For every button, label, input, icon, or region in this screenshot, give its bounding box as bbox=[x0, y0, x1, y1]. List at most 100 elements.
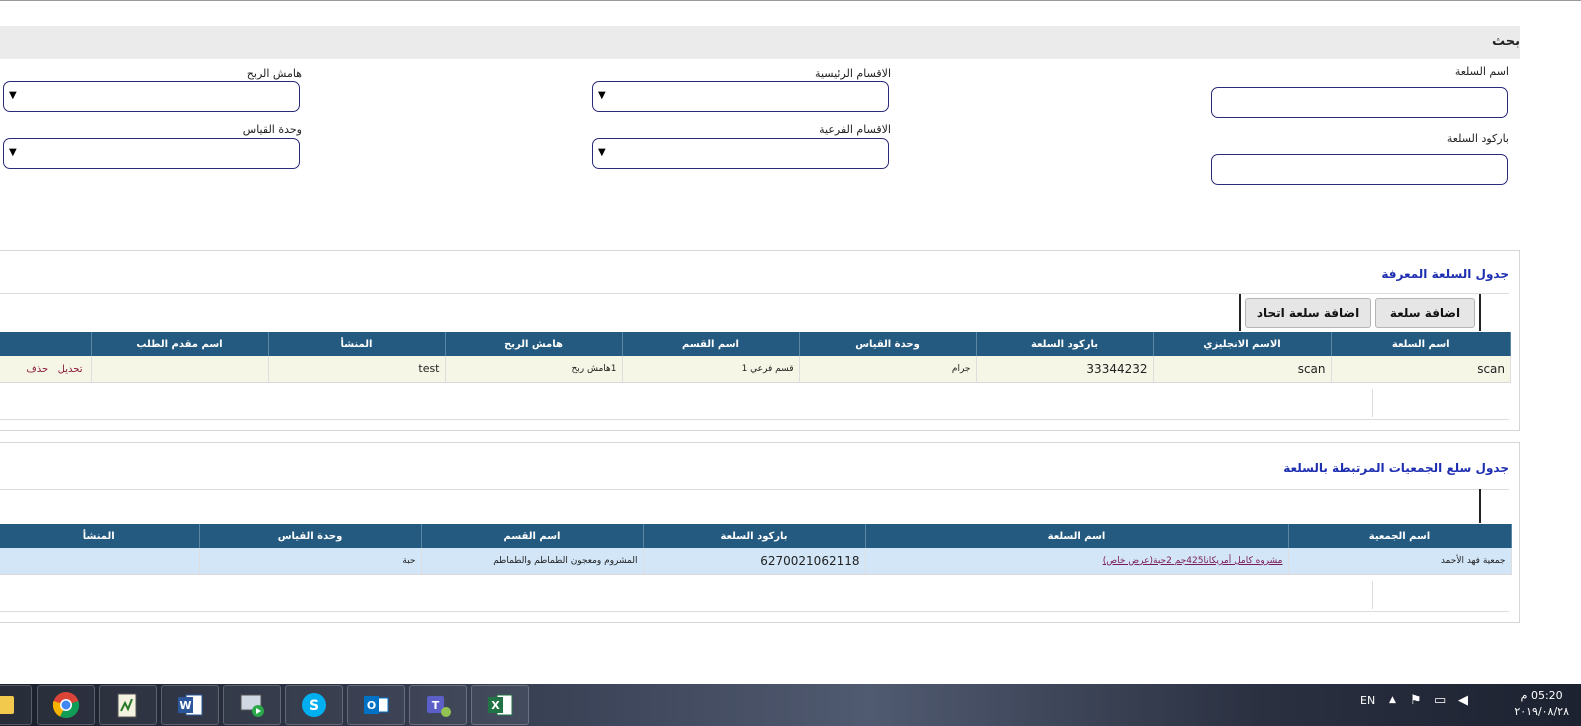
svg-text:W: W bbox=[179, 699, 191, 712]
item-name-link[interactable]: مشروه كامل أمريكانا425جم 2حبة(عرض خاص) bbox=[1103, 556, 1283, 566]
row-actions: تحديل حذف bbox=[0, 356, 92, 383]
item-name-input[interactable] bbox=[1211, 87, 1508, 118]
linked-items-title: جدول سلع الجمعيات المرتبطة بالسلعة bbox=[1283, 461, 1509, 475]
search-title: بحث bbox=[1491, 34, 1520, 49]
top-border bbox=[0, 0, 1581, 1]
page: بحث اسم السلعة باركود السلعة الاقسام الر… bbox=[0, 0, 1581, 726]
divider bbox=[0, 611, 1509, 612]
profit-margin-label: هامش الربح bbox=[246, 67, 302, 80]
item-barcode-input[interactable] bbox=[1211, 154, 1508, 185]
volume-icon[interactable]: ◀ bbox=[1458, 693, 1468, 708]
table-header: اسم مقدم الطلب المنشأ هامش الربح اسم الق… bbox=[0, 332, 1511, 356]
column-header-actions bbox=[0, 332, 92, 356]
dropdown-arrow-icon: ▼ bbox=[598, 147, 606, 158]
defined-items-table: اسم مقدم الطلب المنشأ هامش الربح اسم الق… bbox=[0, 332, 1511, 383]
sub-sections-select[interactable]: ▼ bbox=[592, 138, 889, 169]
add-item-button[interactable]: اضافة سلعة bbox=[1375, 298, 1475, 328]
svg-text:X: X bbox=[491, 699, 500, 712]
linked-items-panel: جدول سلع الجمعيات المرتبطة بالسلعة المنش… bbox=[0, 442, 1520, 623]
file-explorer-button[interactable] bbox=[0, 685, 32, 725]
dropdown-arrow-icon: ▼ bbox=[9, 147, 17, 158]
network-icon[interactable]: ▭ bbox=[1434, 693, 1446, 708]
toolbar-edge bbox=[1479, 489, 1481, 523]
cell-unit: حبة bbox=[199, 548, 422, 575]
windows-taskbar: W S O T X EN ▲ ⚑ ▭ ◀ 05:20 م ٢٠١٩/٠٨/٢٨ bbox=[0, 684, 1581, 726]
excel-icon: X bbox=[488, 694, 513, 716]
flag-icon[interactable]: ⚑ bbox=[1410, 693, 1422, 708]
item-barcode-label: باركود السلعة bbox=[1446, 132, 1509, 145]
pager-divider bbox=[1372, 389, 1373, 417]
cell-item-name: scan bbox=[1331, 356, 1511, 383]
column-header: اسم القسم bbox=[622, 332, 800, 356]
pager-divider bbox=[1372, 581, 1373, 609]
defined-items-title: جدول السلعة المعرفة bbox=[1381, 267, 1509, 281]
cell-item-name: مشروه كامل أمريكانا425جم 2حبة(عرض خاص) bbox=[865, 548, 1289, 575]
cell-origin: test bbox=[268, 356, 446, 383]
cell-requester bbox=[91, 356, 269, 383]
divider bbox=[0, 489, 1509, 490]
unit-label: وحدة القياس bbox=[242, 123, 302, 136]
word-button[interactable]: W bbox=[161, 685, 219, 725]
dropdown-arrow-icon: ▼ bbox=[9, 90, 17, 101]
chrome-button[interactable] bbox=[37, 685, 95, 725]
profit-margin-select[interactable]: ▼ bbox=[3, 81, 300, 112]
column-header: المنشأ bbox=[0, 524, 200, 548]
notepad-button[interactable] bbox=[99, 685, 157, 725]
column-header: اسم السلعة bbox=[1331, 332, 1511, 356]
notepad-icon bbox=[117, 693, 137, 718]
cell-society: جمعية فهد الأحمد bbox=[1288, 548, 1512, 575]
cell-barcode: 6270021062118 bbox=[643, 548, 866, 575]
teams-icon: T bbox=[427, 696, 451, 717]
cell-origin bbox=[0, 548, 200, 575]
linked-items-table: المنشأ وحدة القياس اسم القسم باركود السل… bbox=[0, 524, 1512, 575]
remote-desktop-icon bbox=[240, 694, 264, 717]
dropdown-arrow-icon: ▼ bbox=[598, 90, 606, 101]
add-union-item-button[interactable]: اضافة سلعة اتحاد bbox=[1245, 298, 1371, 328]
column-header: اسم القسم bbox=[421, 524, 644, 548]
cell-barcode: 33344232 bbox=[976, 356, 1154, 383]
column-header: باركود السلعة bbox=[643, 524, 866, 548]
skype-button[interactable]: S bbox=[285, 685, 343, 725]
chrome-icon bbox=[52, 692, 80, 719]
system-clock[interactable]: 05:20 م ٢٠١٩/٠٨/٢٨ bbox=[1514, 688, 1569, 720]
divider bbox=[0, 419, 1509, 420]
show-hidden-icons-icon[interactable]: ▲ bbox=[1389, 695, 1396, 705]
unit-select[interactable]: ▼ bbox=[3, 138, 300, 169]
defined-items-panel: جدول السلعة المعرفة اضافة سلعة اضافة سلع… bbox=[0, 250, 1520, 431]
clock-time: 05:20 م bbox=[1520, 689, 1563, 702]
svg-text:O: O bbox=[367, 699, 376, 712]
search-header: بحث bbox=[0, 26, 1520, 59]
cell-margin: 1هامش ربح bbox=[445, 356, 623, 383]
item-name-label: اسم السلعة bbox=[1454, 65, 1509, 78]
svg-text:T: T bbox=[432, 699, 440, 712]
table-row: حبة المشروم ومعجون الطماطم والطماطم 6270… bbox=[0, 548, 1512, 575]
column-header: المنشأ bbox=[268, 332, 446, 356]
column-header: وحدة القياس bbox=[199, 524, 422, 548]
svg-text:S: S bbox=[309, 698, 319, 714]
outlook-button[interactable]: O bbox=[347, 685, 405, 725]
language-indicator[interactable]: EN bbox=[1360, 694, 1375, 707]
column-header: باركود السلعة bbox=[976, 332, 1154, 356]
outlook-icon: O bbox=[364, 696, 389, 714]
column-header: اسم الجمعية bbox=[1288, 524, 1512, 548]
teams-button[interactable]: T bbox=[409, 685, 467, 725]
cell-unit: جرام bbox=[799, 356, 977, 383]
column-header: هامش الربح bbox=[445, 332, 623, 356]
main-sections-label: الاقسام الرئيسية bbox=[815, 67, 891, 80]
word-icon: W bbox=[178, 694, 203, 716]
sub-sections-label: الاقسام الفرعية bbox=[819, 123, 891, 136]
skype-icon: S bbox=[302, 693, 326, 717]
column-header: وحدة القياس bbox=[799, 332, 977, 356]
file-explorer-icon bbox=[0, 696, 14, 714]
table-header: المنشأ وحدة القياس اسم القسم باركود السل… bbox=[0, 524, 1512, 548]
remote-desktop-button[interactable] bbox=[223, 685, 281, 725]
excel-button[interactable]: X bbox=[471, 685, 529, 725]
edit-link[interactable]: تحديل bbox=[58, 364, 83, 375]
cell-section: قسم فرعي 1 bbox=[622, 356, 800, 383]
column-header: الاسم الانجليزي bbox=[1153, 332, 1332, 356]
delete-link[interactable]: حذف bbox=[26, 364, 48, 375]
main-sections-select[interactable]: ▼ bbox=[592, 81, 889, 112]
clock-date: ٢٠١٩/٠٨/٢٨ bbox=[1514, 705, 1569, 718]
cell-english-name: scan bbox=[1153, 356, 1332, 383]
column-header: اسم مقدم الطلب bbox=[91, 332, 269, 356]
